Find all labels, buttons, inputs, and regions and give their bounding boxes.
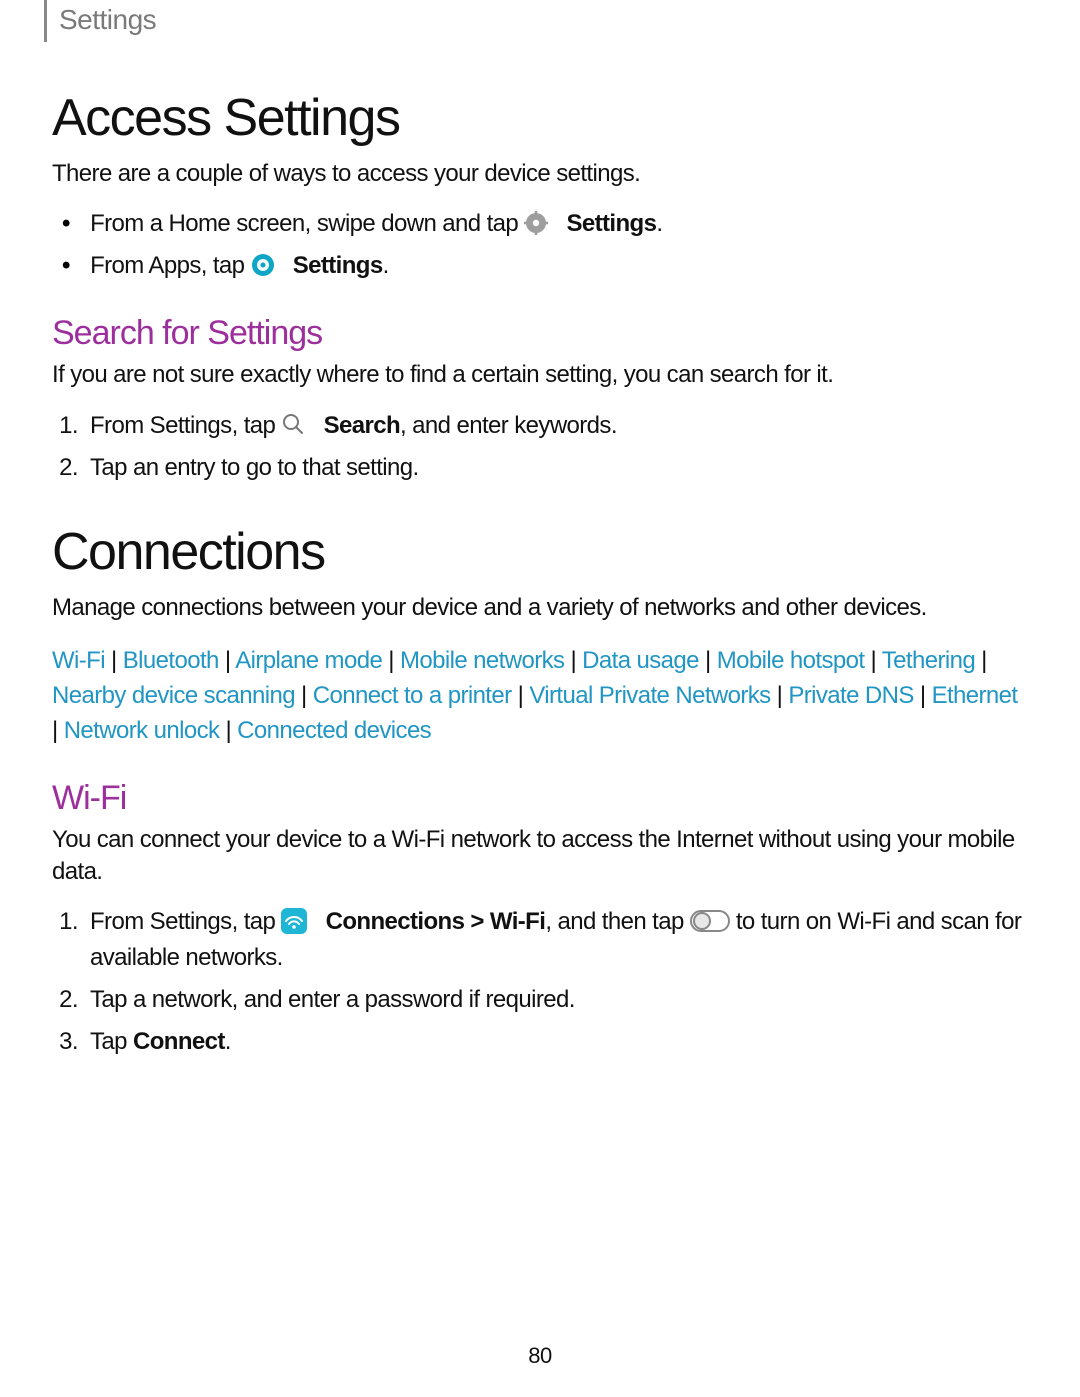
- toggle-off-icon: [690, 908, 730, 934]
- connection-link[interactable]: Wi-Fi: [52, 647, 105, 674]
- intro-access-settings: There are a couple of ways to access you…: [52, 158, 1028, 190]
- connection-link[interactable]: Mobile networks: [400, 647, 564, 674]
- text: .: [383, 252, 389, 279]
- section-tab: Settings: [44, 0, 156, 42]
- text: [281, 252, 287, 279]
- list-item: Tap a network, and enter a password if r…: [84, 982, 1028, 1018]
- link-separator: |: [975, 647, 987, 674]
- link-separator: |: [219, 717, 237, 744]
- text: From Settings, tap: [90, 908, 281, 935]
- link-separator: |: [864, 647, 881, 674]
- text: From Apps, tap: [90, 252, 250, 279]
- link-separator: |: [52, 717, 64, 744]
- text: .: [225, 1028, 231, 1055]
- link-separator: |: [512, 682, 530, 709]
- connections-links: Wi-Fi | Bluetooth | Airplane mode | Mobi…: [52, 644, 1028, 748]
- connection-link[interactable]: Connect to a printer: [313, 682, 512, 709]
- list-item: From Apps, tap Settings.: [84, 248, 1028, 284]
- settings-app-icon: [251, 253, 275, 277]
- heading-connections: Connections: [52, 522, 1028, 582]
- link-separator: |: [105, 647, 123, 674]
- link-separator: |: [771, 682, 789, 709]
- text: .: [656, 210, 662, 237]
- link-separator: |: [914, 682, 932, 709]
- list-item: Tap an entry to go to that setting.: [84, 450, 1028, 486]
- connection-link[interactable]: Network unlock: [64, 717, 220, 744]
- connection-link[interactable]: Connected devices: [237, 717, 431, 744]
- text: From Settings, tap: [90, 412, 281, 439]
- intro-connections: Manage connections between your device a…: [52, 592, 1028, 624]
- intro-wifi: You can connect your device to a Wi-Fi n…: [52, 824, 1028, 889]
- wifi-steps-list: From Settings, tap Connections > Wi-Fi, …: [84, 904, 1028, 1060]
- connections-icon: [281, 908, 307, 934]
- list-item: Tap Connect.: [84, 1024, 1028, 1060]
- heading-wifi: Wi-Fi: [52, 779, 1028, 818]
- link-separator: |: [219, 647, 235, 674]
- connection-link[interactable]: Tethering: [882, 647, 975, 674]
- link-separator: |: [564, 647, 582, 674]
- text: Tap: [90, 1028, 133, 1055]
- connection-link[interactable]: Data usage: [582, 647, 699, 674]
- bold-word: Connections > Wi-Fi: [326, 908, 546, 935]
- bold-word: Search: [324, 412, 400, 439]
- connection-link[interactable]: Private DNS: [788, 682, 913, 709]
- connection-link[interactable]: Ethernet: [932, 682, 1018, 709]
- list-item: From Settings, tap Connections > Wi-Fi, …: [84, 904, 1028, 976]
- access-methods-list: From a Home screen, swipe down and tap S…: [84, 206, 1028, 284]
- text: , and enter keywords.: [400, 412, 617, 439]
- connection-link[interactable]: Mobile hotspot: [717, 647, 865, 674]
- connection-link[interactable]: Virtual Private Networks: [529, 682, 770, 709]
- text: [313, 908, 319, 935]
- list-item: From a Home screen, swipe down and tap S…: [84, 206, 1028, 242]
- link-separator: |: [699, 647, 717, 674]
- text: From a Home screen, swipe down and tap: [90, 210, 524, 237]
- link-separator: |: [382, 647, 400, 674]
- search-icon: [281, 412, 305, 436]
- text: [554, 210, 560, 237]
- bold-word: Settings: [293, 252, 383, 279]
- text: , and then tap: [545, 908, 689, 935]
- page-number: 80: [0, 1343, 1080, 1369]
- gear-icon: [524, 211, 548, 235]
- connection-link[interactable]: Airplane mode: [235, 647, 382, 674]
- manual-page: Settings Access Settings There are a cou…: [0, 0, 1080, 1397]
- intro-search-settings: If you are not sure exactly where to fin…: [52, 359, 1028, 391]
- bold-word: Settings: [566, 210, 656, 237]
- connection-link[interactable]: Bluetooth: [123, 647, 219, 674]
- bold-word: Connect: [133, 1028, 225, 1055]
- text: [311, 412, 317, 439]
- list-item: From Settings, tap Search, and enter key…: [84, 408, 1028, 444]
- search-steps-list: From Settings, tap Search, and enter key…: [84, 408, 1028, 486]
- link-separator: |: [295, 682, 313, 709]
- heading-access-settings: Access Settings: [52, 88, 1028, 148]
- connection-link[interactable]: Nearby device scanning: [52, 682, 295, 709]
- heading-search-settings: Search for Settings: [52, 314, 1028, 353]
